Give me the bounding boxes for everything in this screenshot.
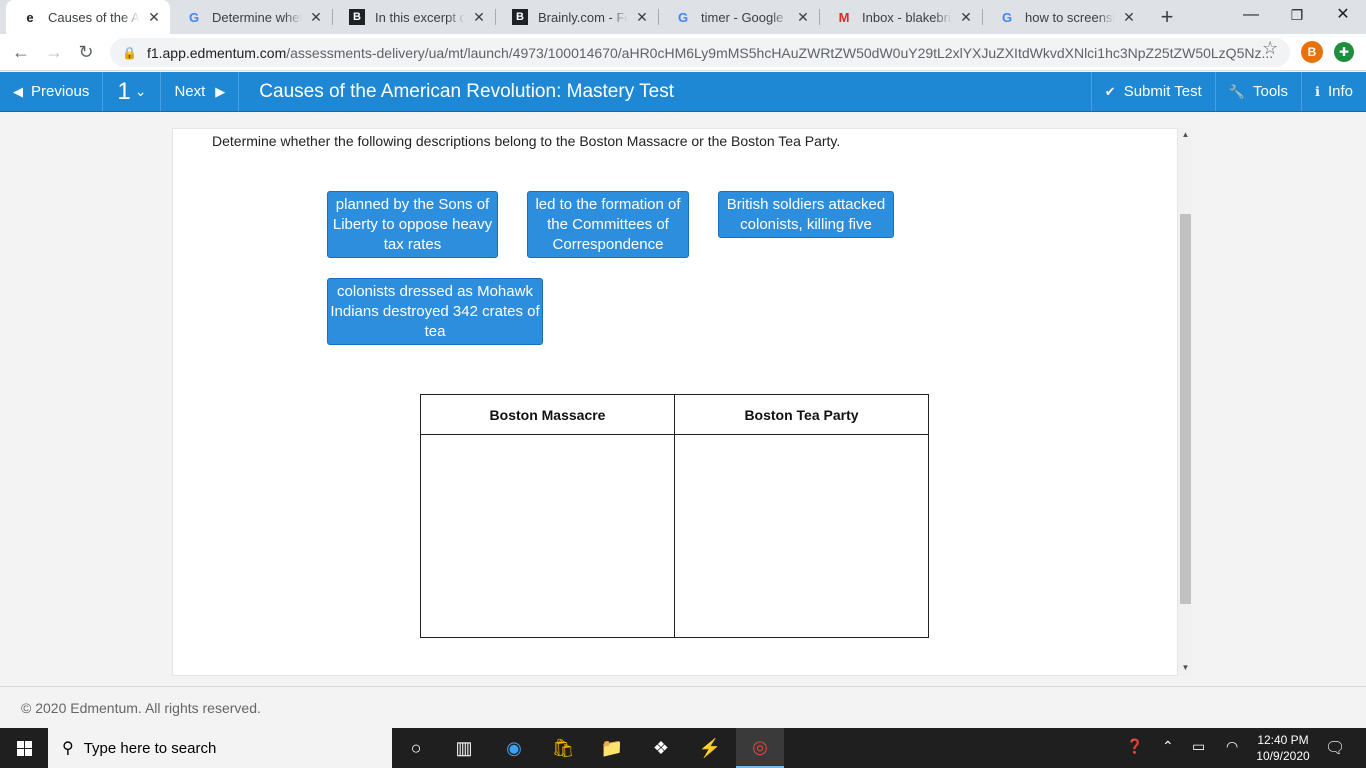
- close-icon[interactable]: ✕: [1121, 9, 1137, 26]
- browser-toolbar: ← → ↻ 🔒 f1.app.edmentum.com /assessments…: [0, 34, 1366, 71]
- close-icon[interactable]: ✕: [634, 9, 650, 26]
- forward-arrow-icon[interactable]: →: [40, 38, 68, 66]
- file-explorer-icon[interactable]: 📁: [588, 728, 636, 768]
- tab-determine-whether[interactable]: G Determine whether the following ✕: [170, 0, 332, 34]
- store-icon[interactable]: 🛍: [539, 728, 587, 768]
- tab-timer-google-search[interactable]: G timer - Google Search ✕: [659, 0, 819, 34]
- wifi-icon[interactable]: ◠: [1226, 738, 1238, 755]
- taskbar-search-box[interactable]: ⚲ Type here to search: [48, 728, 392, 768]
- cortana-icon[interactable]: ○: [392, 728, 440, 768]
- answer-chip-soldiers-attacked[interactable]: British soldiers attacked colonists, kil…: [718, 191, 894, 238]
- search-icon: ⚲: [62, 740, 74, 757]
- drop-zone-boston-massacre[interactable]: [421, 435, 675, 637]
- answer-chip-mohawk-tea[interactable]: colonists dressed as Mohawk Indians dest…: [327, 278, 543, 345]
- close-icon[interactable]: ✕: [958, 9, 974, 26]
- close-icon[interactable]: ✕: [308, 9, 324, 26]
- battery-icon[interactable]: ▭: [1192, 738, 1205, 755]
- page-title: Causes of the American Revolution: Maste…: [259, 80, 674, 102]
- answer-chip-committees[interactable]: led to the formation of the Committees o…: [527, 191, 689, 258]
- show-hidden-icons-chevron-icon[interactable]: ⌃: [1162, 738, 1174, 755]
- submit-test-button[interactable]: ✔ Submit Test: [1090, 72, 1215, 111]
- info-icon: ℹ: [1315, 83, 1320, 99]
- tab-inbox[interactable]: M Inbox - blakebrinson ✕: [820, 0, 982, 34]
- restore-icon[interactable]: ❐: [1274, 0, 1320, 30]
- previous-button[interactable]: ◀ Previous: [0, 72, 104, 111]
- scroll-up-arrow-icon[interactable]: ▲: [1180, 130, 1191, 139]
- info-button[interactable]: ℹ Info: [1301, 72, 1366, 111]
- edmentum-icon: e: [26, 9, 34, 25]
- brainly-icon: B: [512, 9, 528, 25]
- check-circle-icon: ✔: [1104, 83, 1116, 99]
- taskbar-clock[interactable]: 12:40 PM 10/9/2020: [1248, 732, 1318, 764]
- question-instructions: Determine whether the following descript…: [212, 133, 841, 149]
- drop-zone-boston-tea-party[interactable]: [675, 435, 928, 637]
- question-number-dropdown[interactable]: 1 ⌄: [103, 72, 162, 111]
- window-close-icon[interactable]: ✕: [1320, 0, 1366, 30]
- new-tab-plus-icon[interactable]: +: [1154, 4, 1180, 30]
- windows-logo-icon: [16, 740, 32, 756]
- column-header-boston-tea-party: Boston Tea Party: [675, 395, 928, 435]
- column-header-boston-massacre: Boston Massacre: [421, 395, 675, 435]
- brainly-icon: B: [349, 9, 365, 25]
- tab-in-this-excerpt[interactable]: B In this excerpt of The ✕: [333, 0, 495, 34]
- google-icon: G: [188, 9, 200, 25]
- chrome-icon[interactable]: ◎: [736, 728, 784, 768]
- profile-avatar[interactable]: B: [1301, 41, 1323, 63]
- app-bolt-icon[interactable]: ⚡: [686, 728, 734, 768]
- extension-icon[interactable]: ✚: [1334, 42, 1354, 62]
- browser-tab-strip: e Causes of the American Revolution: Mas…: [0, 0, 1366, 34]
- tab-causes-of-american-revolution[interactable]: e Causes of the American Revolution: Mas…: [6, 0, 170, 34]
- arrow-left-circle-icon: ◀: [13, 83, 23, 99]
- tools-button[interactable]: 🔧 Tools: [1214, 72, 1301, 111]
- reload-icon[interactable]: ↻: [72, 38, 100, 66]
- bookmark-star-icon[interactable]: ☆: [1262, 38, 1278, 59]
- edge-icon[interactable]: ◉: [490, 728, 538, 768]
- next-button[interactable]: Next ▶: [161, 72, 240, 111]
- tab-brainly[interactable]: B Brainly.com - For students ✕: [496, 0, 658, 34]
- back-arrow-icon[interactable]: ←: [7, 38, 35, 66]
- notifications-icon[interactable]: 🗨: [1325, 738, 1345, 758]
- address-bar[interactable]: 🔒 f1.app.edmentum.com /assessments-deliv…: [110, 38, 1290, 67]
- scroll-down-arrow-icon[interactable]: ▼: [1180, 663, 1191, 672]
- google-icon: G: [1001, 9, 1013, 25]
- gmail-icon: M: [838, 9, 850, 25]
- chevron-down-icon: ⌄: [134, 83, 147, 99]
- lock-icon: 🔒: [122, 45, 137, 60]
- tab-how-to-screenshot[interactable]: G how to screenshot ✕: [983, 0, 1145, 34]
- close-icon[interactable]: ✕: [471, 9, 487, 26]
- copyright-text: © 2020 Edmentum. All rights reserved.: [21, 700, 261, 716]
- arrow-right-circle-icon: ▶: [215, 83, 226, 99]
- close-icon[interactable]: ✕: [146, 9, 162, 26]
- task-view-icon[interactable]: ▥: [440, 728, 488, 768]
- test-header-bar: ◀ Previous 1 ⌄ Next ▶ Causes of the Amer…: [0, 72, 1366, 112]
- close-icon[interactable]: ✕: [795, 9, 811, 26]
- help-icon[interactable]: ❓: [1126, 738, 1143, 755]
- scrollbar-thumb[interactable]: [1180, 214, 1191, 604]
- page-footer: © 2020 Edmentum. All rights reserved.: [0, 686, 1366, 728]
- wrench-icon: 🔧: [1228, 83, 1245, 99]
- start-button[interactable]: [0, 728, 48, 768]
- answer-chip-sons-of-liberty[interactable]: planned by the Sons of Liberty to oppose…: [327, 191, 498, 258]
- dropbox-icon[interactable]: ❖: [637, 728, 685, 768]
- google-icon: G: [677, 9, 689, 25]
- sorting-table: Boston Massacre Boston Tea Party: [420, 394, 929, 638]
- windows-taskbar: ⚲ Type here to search ○ ▥ ◉ 🛍 📁 ❖ ⚡ ◎ ❓ …: [0, 728, 1366, 768]
- minimize-icon[interactable]: —: [1228, 0, 1274, 30]
